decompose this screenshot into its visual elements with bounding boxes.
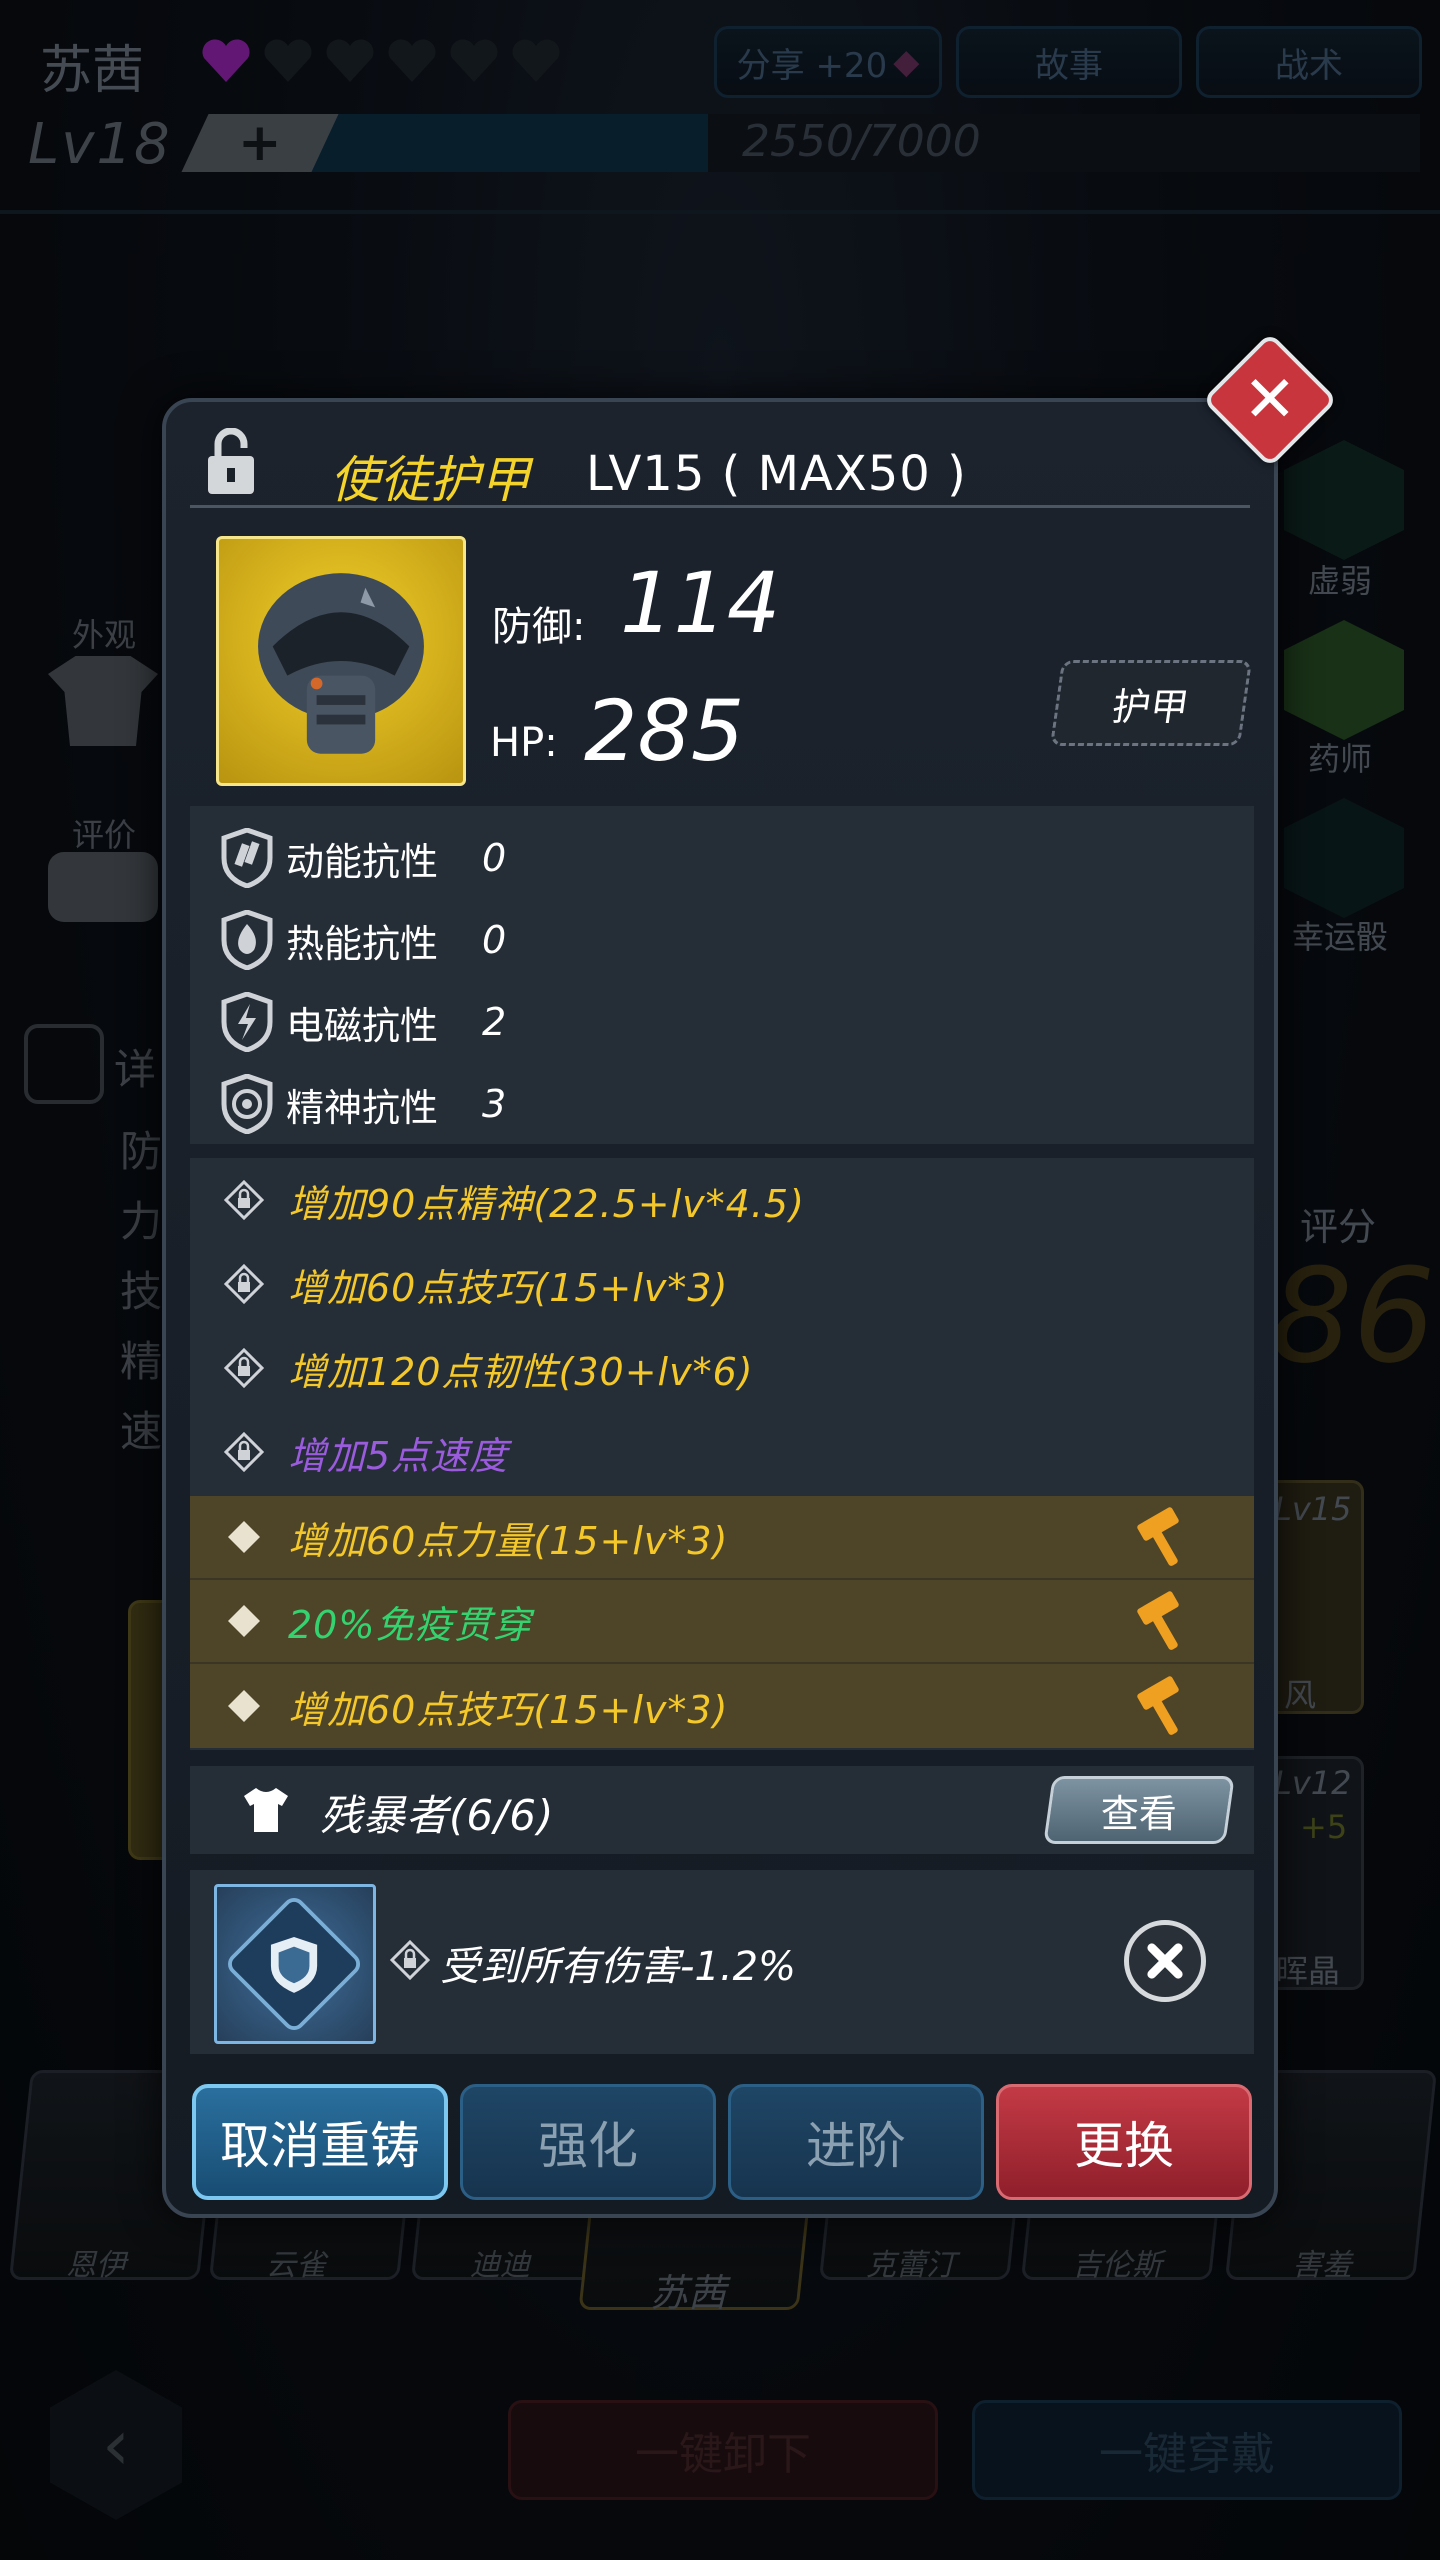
- resistance-label: 电磁抗性: [286, 1003, 439, 1048]
- enhance-button[interactable]: 强化: [460, 2084, 716, 2200]
- diamond-icon: [228, 1521, 260, 1553]
- hammer-icon[interactable]: [1132, 1674, 1196, 1738]
- resistance-value: 0: [482, 918, 507, 962]
- resistance-row: 热能抗性 0: [190, 910, 506, 970]
- resistance-value: 2: [482, 1000, 507, 1044]
- resistance-label: 动能抗性: [286, 839, 439, 884]
- resistance-label: 热能抗性: [286, 921, 439, 966]
- set-name: 残暴者(6/6): [320, 1791, 555, 1840]
- equipment-type-tag: 护甲: [1049, 660, 1253, 746]
- thermal-icon: [221, 910, 273, 970]
- attribute-panel: 增加90点精神(22.5+lv*4.5) 增加60点技巧(15+lv*3) 增加…: [190, 1158, 1254, 1750]
- title-divider: [190, 505, 1250, 508]
- hammer-icon[interactable]: [1132, 1505, 1196, 1569]
- view-set-button[interactable]: 查看: [1043, 1776, 1235, 1844]
- resistance-row: 动能抗性 0: [190, 828, 506, 888]
- em-icon: [221, 992, 273, 1052]
- locked-attribute-icon: [224, 1432, 264, 1472]
- resistance-label: 精神抗性: [286, 1085, 439, 1130]
- defense-label: 防御:: [492, 604, 586, 650]
- helmet-icon: [258, 573, 424, 754]
- reforged-attribute-row[interactable]: 增加60点技巧(15+lv*3): [190, 1664, 1254, 1748]
- attribute-row: 增加60点技巧(15+lv*3): [190, 1242, 1254, 1326]
- item-level: LV15 ( MAX50 ): [586, 446, 967, 502]
- chip-item-icon[interactable]: [214, 1884, 376, 2044]
- hp-value: 285: [584, 682, 745, 780]
- shirt-icon: [244, 1788, 288, 1832]
- close-icon: ✕: [1243, 363, 1297, 437]
- resistance-value: 0: [482, 836, 507, 880]
- attribute-text: 20%免疫贯穿: [288, 1602, 532, 1647]
- locked-attribute-icon: [390, 1940, 430, 1980]
- hp-label: HP:: [490, 720, 558, 766]
- hammer-icon[interactable]: [1132, 1589, 1196, 1653]
- armor-item-icon: [216, 536, 466, 786]
- set-bonus-row: 残暴者(6/6) 查看: [190, 1766, 1254, 1854]
- attribute-row: 增加90点精神(22.5+lv*4.5): [190, 1158, 1254, 1242]
- locked-attribute-icon: [224, 1264, 264, 1304]
- locked-attribute-icon: [224, 1348, 264, 1388]
- item-name: 使徒护甲: [330, 451, 530, 509]
- attribute-row: 增加5点速度: [190, 1410, 1254, 1494]
- defense-value: 114: [620, 554, 781, 652]
- attribute-text: 增加5点速度: [288, 1433, 509, 1478]
- psychic-icon: [221, 1074, 273, 1134]
- resistance-row: 精神抗性 3: [190, 1074, 506, 1134]
- diamond-icon: [228, 1605, 260, 1637]
- close-icon: [1147, 1943, 1183, 1979]
- resistance-row: 电磁抗性 2: [190, 992, 506, 1052]
- attribute-text: 增加60点技巧(15+lv*3): [288, 1265, 729, 1310]
- resistance-value: 3: [482, 1082, 507, 1126]
- view-label: 查看: [1100, 1791, 1177, 1836]
- attribute-text: 增加60点力量(15+lv*3): [288, 1518, 729, 1563]
- replace-button[interactable]: 更换: [996, 2084, 1252, 2200]
- diamond-icon: [228, 1690, 260, 1722]
- kinetic-icon: [221, 828, 273, 888]
- attribute-text: 增加120点韧性(30+lv*6): [288, 1349, 754, 1394]
- attribute-text: 增加60点技巧(15+lv*3): [288, 1687, 729, 1732]
- unlock-icon[interactable]: [206, 428, 256, 496]
- attribute-row: 增加120点韧性(30+lv*6): [190, 1326, 1254, 1410]
- reforged-attribute-row[interactable]: 20%免疫贯穿: [190, 1580, 1254, 1664]
- chip-row: 受到所有伤害-1.2%: [190, 1870, 1254, 2054]
- shield-chip-icon: [228, 1898, 361, 2030]
- chip-effect: 受到所有伤害-1.2%: [440, 1944, 797, 1990]
- resistance-panel: 动能抗性 0 热能抗性 0 电磁抗性 2 精神抗性 3: [190, 806, 1254, 1144]
- locked-attribute-icon: [224, 1180, 264, 1220]
- cancel-reforge-button[interactable]: 取消重铸: [192, 2084, 448, 2200]
- attribute-text: 增加90点精神(22.5+lv*4.5): [288, 1181, 805, 1226]
- advance-button[interactable]: 进阶: [728, 2084, 984, 2200]
- remove-chip-button[interactable]: [1124, 1920, 1206, 2002]
- reforged-attribute-row[interactable]: 增加60点力量(15+lv*3): [190, 1496, 1254, 1580]
